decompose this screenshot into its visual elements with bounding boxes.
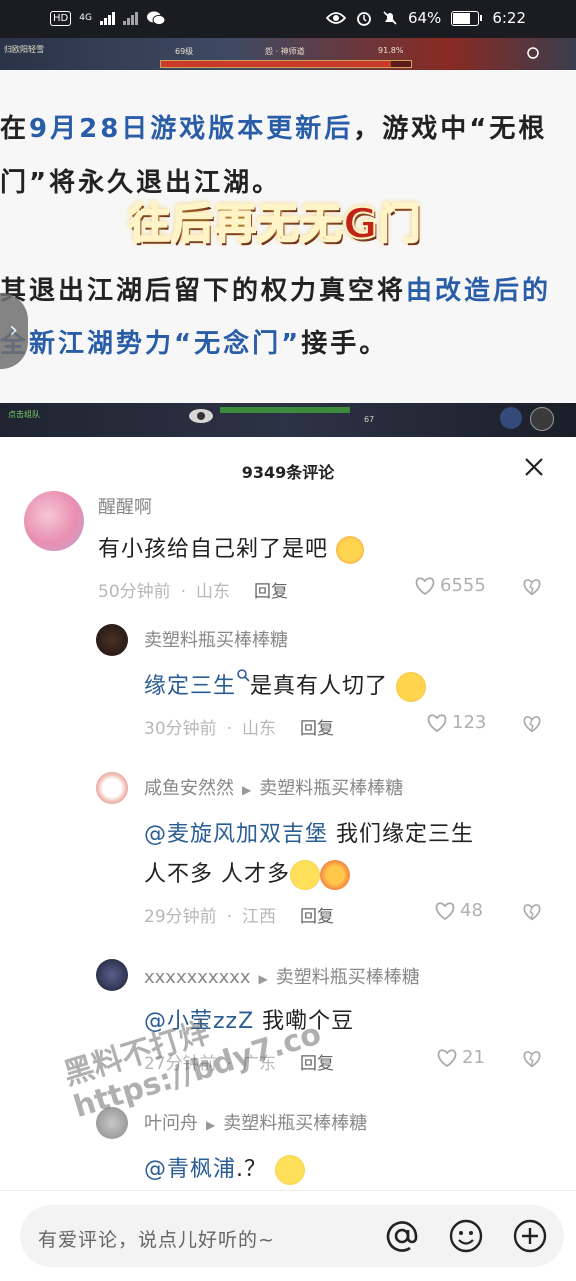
crying-emoji-icon: [396, 672, 427, 702]
dislike-icon[interactable]: [522, 577, 542, 597]
headline-stamp: 往后再无无G门: [127, 198, 422, 249]
game-skill-icon: [500, 407, 522, 429]
heart-icon: [427, 713, 447, 732]
reply-arrow-icon: ▶: [206, 1118, 216, 1132]
search-icon: [237, 669, 250, 682]
game-hp-bar: [160, 60, 412, 68]
network-label: 4G: [79, 13, 92, 23]
comment-author: 叶问舟 ▶ 卖塑料瓶买棒棒糖: [144, 1113, 368, 1134]
search-tag-link[interactable]: 缘定三生: [144, 674, 236, 699]
status-left: HD 4G: [50, 10, 166, 26]
comment-author: 咸鱼安然然 ▶ 卖塑料瓶买棒棒糖: [144, 778, 404, 799]
reply-arrow-icon: ▶: [258, 972, 268, 986]
wink-emoji-icon: [275, 1155, 306, 1185]
comment-meta: 29分钟前 · 江西 回复: [144, 907, 335, 927]
like-button[interactable]: 48: [434, 900, 483, 921]
comment-text-line-2: 人不多 人才多: [144, 856, 350, 890]
game-refresh-icon: [527, 47, 539, 59]
comment-author[interactable]: 醒醒啊: [98, 493, 152, 519]
avatar[interactable]: [24, 491, 84, 551]
comment-input-placeholder: 有爱评论，说点儿好听的~: [38, 1229, 275, 1251]
like-count: 123: [452, 712, 487, 733]
comment-meta: 50分钟前 · 山东 回复: [98, 582, 289, 602]
avatar[interactable]: [96, 772, 128, 804]
mute-icon: [383, 11, 397, 25]
game-hud-bottom: 点击组队 67: [0, 403, 576, 437]
comment-input-bar: 有爱评论，说点儿好听的~: [0, 1190, 576, 1281]
clock: 6:22: [492, 9, 526, 27]
comment-author[interactable]: 卖塑料瓶买棒棒糖: [144, 626, 288, 652]
reply-button[interactable]: 回复: [300, 1054, 334, 1074]
article-image: 在9月28日游戏版本更新后，游戏中“无根 门”将永久退出江湖。 往后再无无G门 …: [0, 70, 576, 403]
battery-percent: 64%: [407, 9, 442, 27]
reply-button[interactable]: 回复: [300, 719, 334, 739]
game-team-label: 点击组队: [8, 410, 40, 419]
heart-icon: [437, 1048, 457, 1067]
comment-text: @麦旋风加双吉堡 我们缘定三生: [144, 822, 475, 847]
mention-link[interactable]: @麦旋风加双吉堡: [144, 822, 328, 847]
comment-text: 缘定三生 是真有人切了: [144, 668, 427, 702]
eye-icon: [325, 12, 346, 24]
emoji-icon[interactable]: [448, 1218, 484, 1254]
hd-badge: HD: [50, 10, 72, 26]
game-skill-icon-2: [530, 407, 554, 431]
mention-link[interactable]: @青枫浦: [144, 1157, 236, 1182]
close-icon[interactable]: [522, 455, 546, 479]
comment-meta: 30分钟前 · 山东 回复: [144, 719, 335, 739]
comment-author: xxxxxxxxxx ▶ 卖塑料瓶买棒棒糖: [144, 967, 420, 988]
comment-panel: 9349条评论 醒醒啊 有小孩给自己剁了是吧 50分钟前 · 山东 回复 6555 卖…: [0, 437, 576, 1280]
at-mention-icon[interactable]: [384, 1218, 420, 1254]
add-icon[interactable]: [512, 1218, 548, 1254]
signal-2-icon: [122, 11, 138, 25]
reply-arrow-icon: ▶: [242, 783, 252, 797]
article-line-4: 全新江湖势力“无念门”接手。: [0, 329, 389, 359]
like-button[interactable]: 6555: [414, 575, 486, 596]
comment-text: 有小孩给自己剁了是吧: [98, 531, 365, 564]
game-title: 怨 · 神师道: [265, 47, 305, 56]
alarm-icon: [357, 12, 371, 26]
signal-icon: [99, 11, 115, 25]
game-player-name: 归欧阳轻雪: [4, 45, 44, 54]
heart-icon: [415, 576, 435, 595]
clap-emoji-icon: [320, 860, 350, 890]
article-line-3: 其退出江湖后留下的权力真空将由改造后的: [0, 276, 552, 306]
like-button[interactable]: 123: [426, 712, 486, 733]
comment-input[interactable]: 有爱评论，说点儿好听的~: [20, 1205, 564, 1267]
game-skill-bar: [220, 407, 350, 413]
game-hud-top: 归欧阳轻雪 69级 怨 · 神师道 91.8%: [0, 38, 576, 70]
wechat-icon: [146, 11, 166, 26]
article-line-1: 在9月28日游戏版本更新后，游戏中“无根: [0, 114, 548, 144]
hug-emoji-icon: [336, 536, 365, 564]
game-level: 69级: [175, 47, 194, 56]
heart-icon: [435, 901, 455, 920]
like-count: 48: [460, 900, 483, 921]
battery-icon: [451, 10, 483, 26]
like-button[interactable]: 21: [436, 1047, 485, 1068]
dislike-icon[interactable]: [522, 1049, 542, 1069]
reply-button[interactable]: 回复: [254, 582, 288, 602]
comment-text: @青枫浦.？: [144, 1151, 306, 1185]
status-right: 64% 6:22: [325, 9, 526, 27]
smile-emoji-icon: [290, 860, 320, 890]
game-percent: 91.8%: [378, 46, 404, 55]
game-level-small: 67: [364, 415, 375, 424]
game-eye-icon: [189, 409, 213, 423]
reply-button[interactable]: 回复: [300, 907, 334, 927]
comment-count-title: 9349条评论: [241, 463, 335, 482]
dislike-icon[interactable]: [522, 714, 542, 734]
like-count: 6555: [440, 575, 486, 596]
status-bar: HD 4G 64% 6:22: [0, 0, 576, 38]
like-count: 21: [462, 1047, 485, 1068]
avatar[interactable]: [96, 624, 128, 656]
dislike-icon[interactable]: [522, 902, 542, 922]
avatar[interactable]: [96, 959, 128, 991]
